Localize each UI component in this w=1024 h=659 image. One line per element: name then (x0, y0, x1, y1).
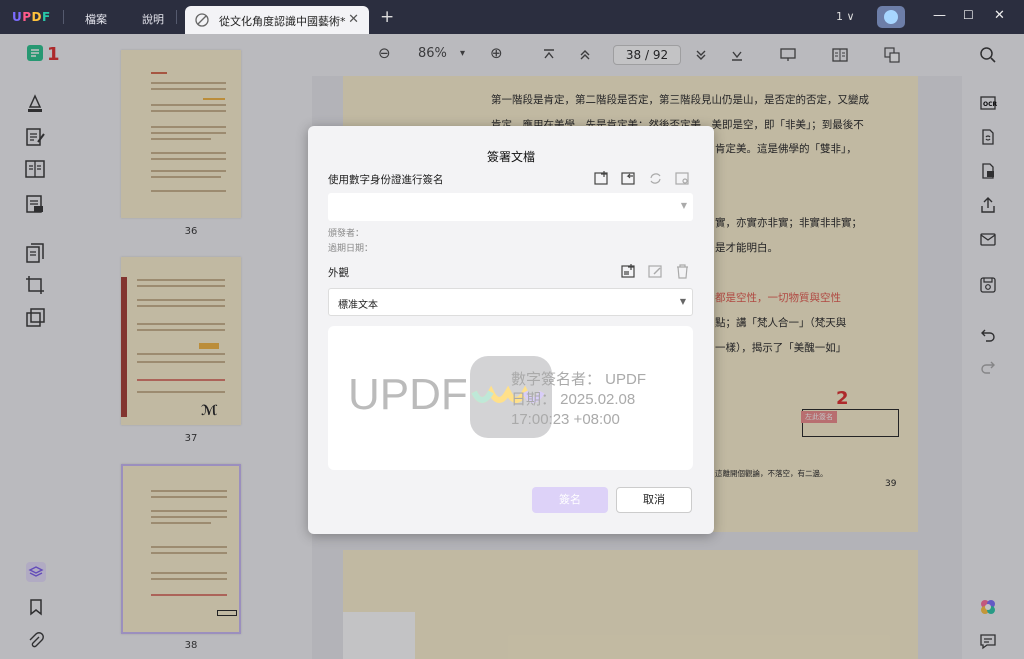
preview-date: 日期： 2025.02.08 (511, 391, 636, 408)
preview-time: 17:00:23 +08:00 (511, 411, 620, 428)
page-selector[interactable]: 1 ∨ (836, 10, 855, 23)
digital-id-label: 使用數字身份證進行簽名 (328, 174, 444, 186)
document-tab[interactable]: 從文化角度認識中國藝術* ✕ (185, 6, 369, 34)
user-icon (884, 10, 898, 24)
view-id-icon[interactable] (675, 171, 690, 186)
menu-help[interactable]: 說明 (142, 11, 164, 27)
refresh-icon[interactable] (648, 171, 663, 186)
dialog-title: 簽署文檔 (486, 150, 535, 164)
chevron-down-icon: ▼ (680, 201, 687, 210)
appearance-label: 外觀 (328, 267, 349, 279)
edit-appearance-icon[interactable] (648, 264, 663, 279)
avatar[interactable] (877, 6, 905, 28)
import-id-icon[interactable] (621, 171, 636, 186)
app-logo: UPDF (12, 10, 51, 24)
tab-title: 從文化角度認識中國藝術* (219, 15, 346, 28)
signature-preview: UPDF 數字簽名者： UPDF 日期： 2025.02.08 17:00:23… (328, 326, 693, 470)
tab-close-icon[interactable]: ✕ (348, 12, 359, 27)
new-tab-button[interactable]: + (380, 7, 394, 27)
cancel-button[interactable]: 取消 (616, 487, 692, 513)
appearance-select[interactable]: 標准文本 ▼ (328, 288, 693, 316)
issuer-label: 頒發者： (328, 229, 365, 239)
maximize-button[interactable]: ☐ (963, 8, 974, 22)
appearance-value: 標准文本 (338, 300, 378, 311)
sign-button[interactable]: 簽名 (532, 487, 608, 513)
expiry-label: 過期日期： (328, 244, 374, 254)
sign-document-dialog: 簽署文檔 使用數字身份證進行簽名 ▼ 頒發者： 過期日期： 外觀 標准文本 ▼ … (308, 126, 714, 534)
preview-name: UPDF (348, 370, 468, 419)
create-appearance-icon[interactable] (621, 264, 636, 279)
delete-icon[interactable] (675, 264, 690, 279)
minimize-button[interactable]: — (933, 8, 946, 23)
close-window-button[interactable]: ✕ (994, 8, 1005, 23)
add-digital-id-icon[interactable] (594, 171, 609, 186)
digital-id-select[interactable]: ▼ (328, 193, 693, 221)
divider (176, 10, 177, 24)
edit-pen-icon (195, 13, 209, 27)
divider (63, 10, 64, 24)
preview-signer: 數字簽名者： UPDF (511, 371, 647, 388)
title-bar: UPDF 檔案 說明 從文化角度認識中國藝術* ✕ + 1 ∨ — ☐ ✕ (0, 0, 1024, 34)
chevron-down-icon: ▼ (679, 297, 686, 306)
menu-file[interactable]: 檔案 (85, 11, 107, 27)
